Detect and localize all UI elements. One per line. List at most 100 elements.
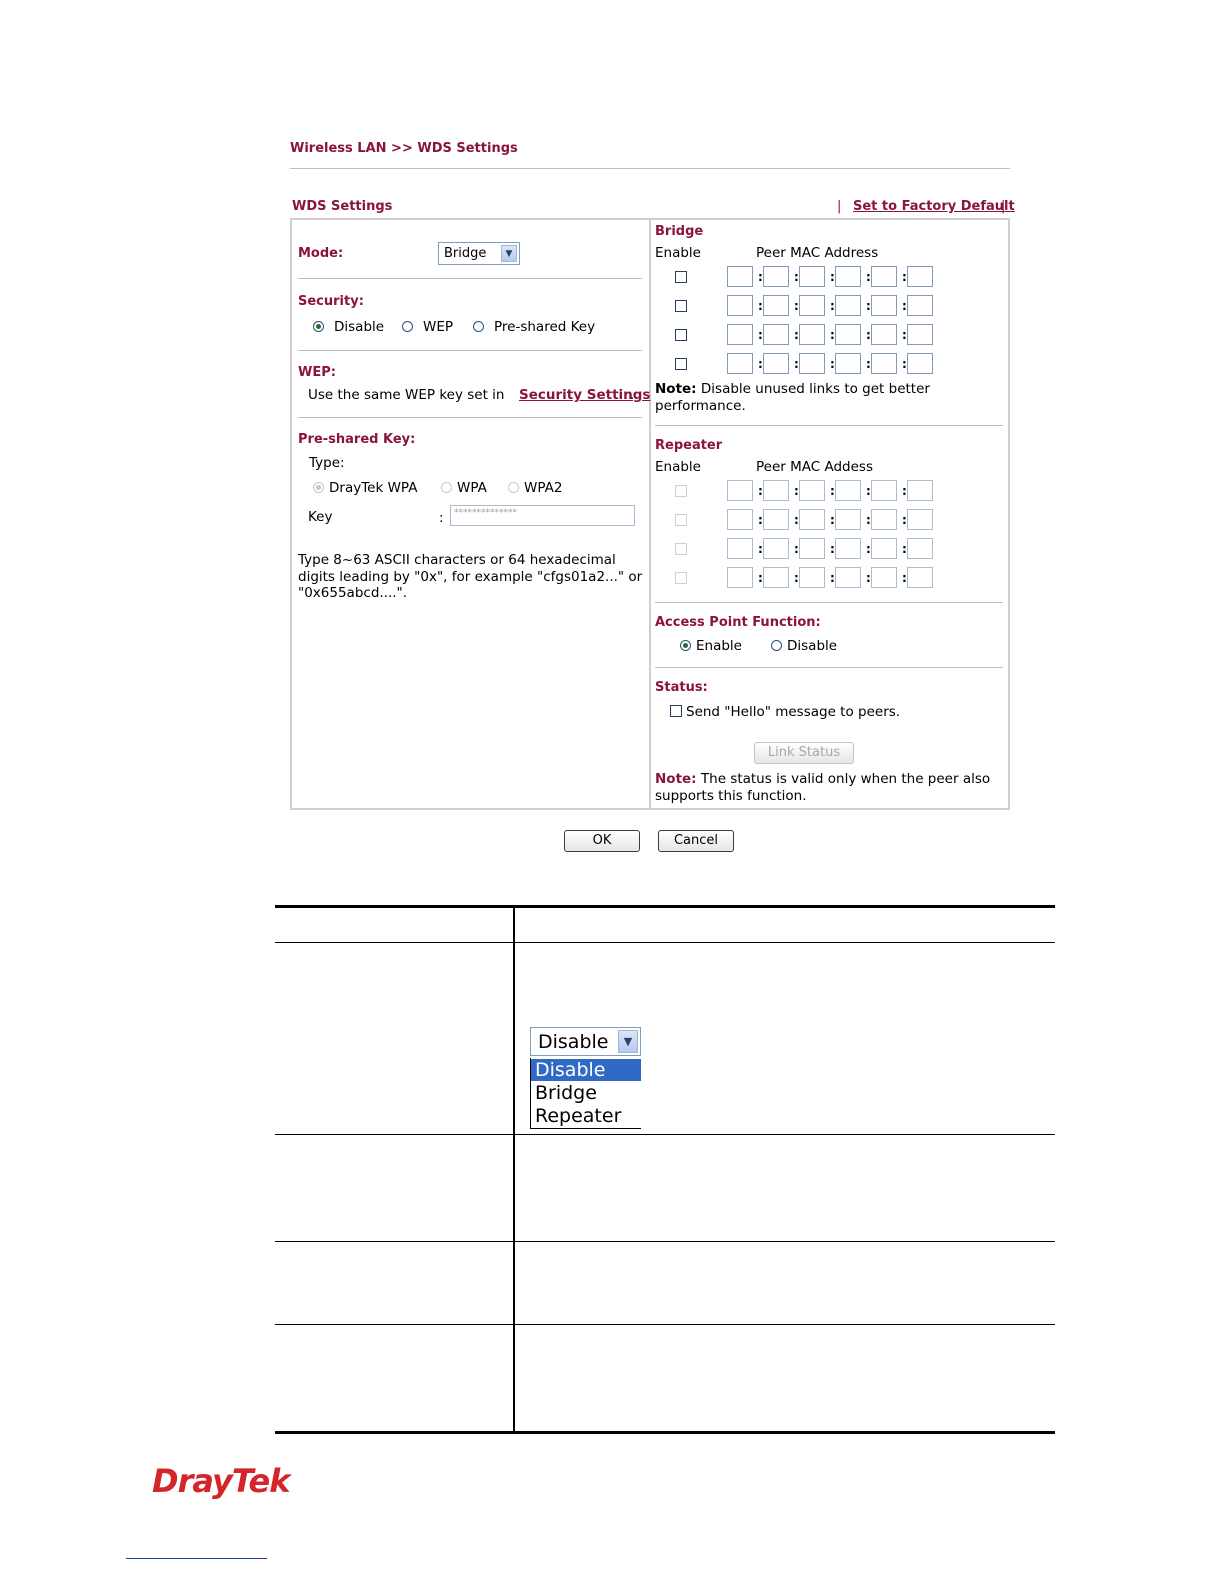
bridge-mac-octet-input[interactable] [727, 324, 753, 345]
repeater-mac-octet-input[interactable] [907, 509, 933, 530]
table-bottom-rule [275, 1431, 1055, 1434]
bridge-mac-octet-input[interactable] [763, 295, 789, 316]
ok-button[interactable]: OK [564, 830, 640, 852]
table-top-rule [275, 905, 1055, 908]
repeater-mac-octet-input[interactable] [799, 480, 825, 501]
bridge-mac-octet-input[interactable] [727, 295, 753, 316]
bridge-mac-octet-input[interactable] [871, 324, 897, 345]
mode-select[interactable]: Bridge ▼ [438, 242, 520, 265]
repeater-enable-checkbox[interactable] [675, 543, 687, 555]
repeater-mac-octet-input[interactable] [907, 567, 933, 588]
psk-type-draytek-radio[interactable] [313, 482, 324, 493]
repeater-mac-octet-input[interactable] [871, 567, 897, 588]
psk-key-input[interactable]: ************** [450, 505, 635, 526]
repeater-mac-octet-input[interactable] [907, 480, 933, 501]
repeater-mac-octet-input[interactable] [763, 509, 789, 530]
repeater-mac-octet-input[interactable] [835, 567, 861, 588]
bridge-mac-octet-input[interactable] [907, 353, 933, 374]
cancel-button[interactable]: Cancel [658, 830, 734, 852]
bridge-mac-octet-input[interactable] [763, 353, 789, 374]
bridge-label: Bridge [655, 224, 704, 239]
repeater-mac-octet-input[interactable] [763, 538, 789, 559]
mode-select-value: Bridge [444, 246, 487, 261]
send-hello-checkbox[interactable] [670, 705, 682, 717]
separator: | [837, 199, 842, 214]
repeater-enable-checkbox[interactable] [675, 572, 687, 584]
ap-option-label: Enable [696, 638, 742, 654]
ap-disable-radio[interactable] [771, 640, 782, 651]
bridge-mac-octet-input[interactable] [727, 353, 753, 374]
bridge-mac-octet-input[interactable] [763, 266, 789, 287]
bridge-mac-octet-input[interactable] [907, 295, 933, 316]
bridge-enable-header: Enable [655, 245, 701, 261]
bridge-enable-checkbox[interactable] [675, 329, 687, 341]
wep-label: WEP: [298, 365, 336, 380]
bridge-mac-header: Peer MAC Address [756, 245, 879, 261]
security-disable-radio[interactable] [313, 321, 324, 332]
bridge-mac-octet-input[interactable] [835, 353, 861, 374]
psk-type-wpa2-radio[interactable] [508, 482, 519, 493]
repeater-mac-octet-input[interactable] [871, 538, 897, 559]
bridge-enable-checkbox[interactable] [675, 271, 687, 283]
psk-type-label: WPA [457, 480, 487, 496]
bridge-mac-octet-input[interactable] [871, 353, 897, 374]
bridge-mac-octet-input[interactable] [907, 324, 933, 345]
repeater-mac-octet-input[interactable] [799, 567, 825, 588]
bridge-note-label: Note: [655, 381, 697, 397]
bridge-mac-octet-input[interactable] [871, 295, 897, 316]
psk-type-label: Type: [309, 455, 345, 471]
status-note-text: The status is valid only when the peer a… [700, 771, 991, 787]
psk-key-label: Key [308, 509, 333, 525]
bridge-mac-octet-input[interactable] [835, 295, 861, 316]
repeater-enable-checkbox[interactable] [675, 514, 687, 526]
repeater-mac-octet-input[interactable] [907, 538, 933, 559]
ap-enable-radio[interactable] [680, 640, 691, 651]
psk-type-label: WPA2 [524, 480, 563, 496]
psk-type-wpa-radio[interactable] [441, 482, 452, 493]
table-column-rule [513, 905, 515, 1434]
ap-option-label: Disable [787, 638, 838, 654]
bridge-mac-octet-input[interactable] [799, 295, 825, 316]
bridge-mac-octet-input[interactable] [799, 324, 825, 345]
repeater-mac-octet-input[interactable] [763, 480, 789, 501]
dropdown-option-disable[interactable]: Disable [531, 1059, 641, 1081]
repeater-mac-octet-input[interactable] [799, 509, 825, 530]
bridge-enable-checkbox[interactable] [675, 358, 687, 370]
repeater-mac-octet-input[interactable] [835, 480, 861, 501]
repeater-mac-octet-input[interactable] [763, 567, 789, 588]
bridge-mac-octet-input[interactable] [907, 266, 933, 287]
repeater-mac-octet-input[interactable] [871, 480, 897, 501]
repeater-mac-octet-input[interactable] [835, 538, 861, 559]
repeater-mac-octet-input[interactable] [727, 567, 753, 588]
repeater-mac-octet-input[interactable] [799, 538, 825, 559]
repeater-mac-octet-input[interactable] [727, 480, 753, 501]
security-psk-radio[interactable] [473, 321, 484, 332]
mode-dropdown-field[interactable]: Disable ▼ [530, 1027, 641, 1056]
security-option-label: WEP [423, 319, 454, 335]
repeater-label: Repeater [655, 438, 723, 453]
divider [655, 602, 1003, 603]
dropdown-option-bridge[interactable]: Bridge [531, 1082, 641, 1104]
bridge-mac-octet-input[interactable] [799, 266, 825, 287]
bridge-mac-octet-input[interactable] [871, 266, 897, 287]
repeater-mac-octet-input[interactable] [835, 509, 861, 530]
chevron-down-icon[interactable]: ▼ [501, 245, 517, 262]
link-status-button[interactable]: Link Status [754, 742, 854, 764]
repeater-mac-octet-input[interactable] [727, 509, 753, 530]
dropdown-option-repeater[interactable]: Repeater [531, 1105, 641, 1127]
bridge-mac-octet-input[interactable] [835, 324, 861, 345]
security-wep-radio[interactable] [402, 321, 413, 332]
bridge-mac-octet-input[interactable] [763, 324, 789, 345]
draytek-logo: DrayTek [152, 1462, 290, 1500]
set-factory-default-link[interactable]: Set to Factory Default [853, 199, 1015, 214]
bridge-mac-octet-input[interactable] [835, 266, 861, 287]
bridge-mac-octet-input[interactable] [799, 353, 825, 374]
chevron-down-icon[interactable]: ▼ [618, 1030, 638, 1053]
bridge-enable-checkbox[interactable] [675, 300, 687, 312]
separator: | [1001, 199, 1006, 214]
bridge-note: Note: Disable unused links to get better [655, 381, 930, 397]
repeater-mac-octet-input[interactable] [871, 509, 897, 530]
bridge-mac-octet-input[interactable] [727, 266, 753, 287]
repeater-mac-octet-input[interactable] [727, 538, 753, 559]
repeater-enable-checkbox[interactable] [675, 485, 687, 497]
